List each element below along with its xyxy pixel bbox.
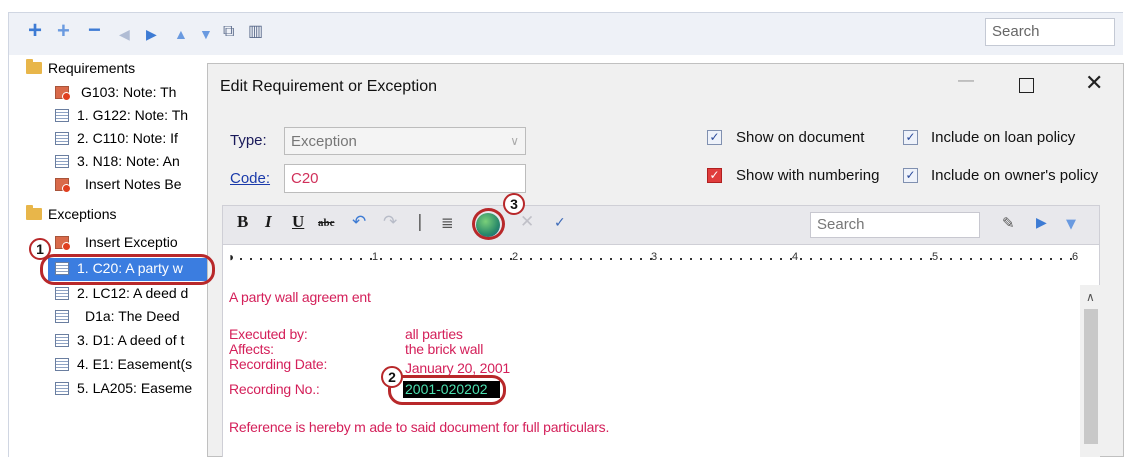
add-child-icon[interactable]: + xyxy=(57,20,70,42)
editor-line: A party wall agreem ent xyxy=(229,289,371,305)
code-field[interactable]: C20 xyxy=(284,164,526,193)
ruler-ticks xyxy=(240,258,1080,260)
ruler-number: 3 xyxy=(651,251,658,263)
tree-folder-label: Requirements xyxy=(48,60,136,76)
folder-icon xyxy=(26,205,42,220)
document-icon xyxy=(55,382,69,395)
editor-search-input[interactable]: Search xyxy=(810,212,980,238)
redo-icon[interactable]: ↷ xyxy=(383,212,397,232)
tree-folder-exceptions[interactable]: Exceptions xyxy=(26,204,116,225)
document-icon xyxy=(55,132,69,145)
view-icon[interactable]: ▥ xyxy=(248,22,263,42)
insert-note-icon xyxy=(55,178,71,193)
remove-link-icon[interactable]: ✕ xyxy=(520,212,534,232)
include-owner-label: Include on owner's policy xyxy=(931,167,1099,184)
show-with-numbering-checkbox[interactable]: ✓ xyxy=(707,168,722,183)
annotation-badge-2: 2 xyxy=(381,366,403,388)
annotation-ring-3 xyxy=(472,208,505,240)
tree-folder-label: Exceptions xyxy=(48,206,117,222)
affects-label: Affects: xyxy=(229,341,274,357)
maximize-icon[interactable] xyxy=(1019,78,1034,93)
scrollbar-thumb[interactable] xyxy=(1084,309,1098,444)
document-icon xyxy=(55,358,69,371)
ruler-number: 2 xyxy=(512,251,519,263)
separator-icon: | xyxy=(417,212,423,232)
indent-marker-icon[interactable]: ◗ xyxy=(228,250,235,264)
document-icon xyxy=(55,287,69,300)
chevron-down-icon[interactable]: ▼ xyxy=(1066,217,1076,232)
chevron-down-icon: ∨ xyxy=(510,134,519,148)
move-right-icon[interactable]: ▶ xyxy=(146,24,157,44)
include-loan-checkbox[interactable]: ✓ xyxy=(903,130,918,145)
ruler-number: 6 xyxy=(1072,251,1079,263)
annotation-ring-2 xyxy=(388,375,506,405)
show-with-numbering-label: Show with numbering xyxy=(736,167,880,184)
tree-item[interactable]: D1a: The Deed xyxy=(55,306,207,327)
bold-icon[interactable]: B xyxy=(237,212,248,232)
merge-icon[interactable]: ⧉ xyxy=(223,22,234,42)
type-label: Type: xyxy=(230,132,267,149)
add-icon[interactable]: + xyxy=(28,19,42,43)
tree-folder-requirements[interactable]: Requirements xyxy=(26,58,135,79)
executed-value: all parties xyxy=(405,326,463,342)
tree-item[interactable]: Insert Exceptio xyxy=(55,232,207,253)
search-input[interactable]: Search xyxy=(985,18,1115,46)
tree-item[interactable]: 5. LA205: Easeme xyxy=(55,378,207,399)
folder-icon xyxy=(26,59,42,74)
search-next-icon[interactable]: ▶ xyxy=(1036,215,1047,231)
tree-item[interactable]: 2. C110: Note: If xyxy=(55,128,207,149)
spellcheck-icon[interactable]: ✓ xyxy=(554,215,566,231)
show-on-document-checkbox[interactable]: ✓ xyxy=(707,130,722,145)
annotation-ring-1 xyxy=(40,254,215,285)
minimize-icon[interactable]: — xyxy=(958,72,978,102)
include-owner-checkbox[interactable]: ✓ xyxy=(903,168,918,183)
tree-item[interactable]: 4. E1: Easement(s xyxy=(55,354,207,375)
tree-item[interactable]: 2. LC12: A deed d xyxy=(55,283,207,304)
ruler-number: 1 xyxy=(372,251,379,263)
tree-item[interactable]: 3. N18: Note: An xyxy=(55,151,207,172)
include-loan-label: Include on loan policy xyxy=(931,129,1076,146)
dialog-title: Edit Requirement or Exception xyxy=(220,78,437,95)
italic-icon[interactable]: I xyxy=(265,212,272,232)
undo-icon[interactable]: ↶ xyxy=(352,212,366,232)
document-icon xyxy=(55,334,69,347)
ruler xyxy=(222,245,1100,285)
insert-note-icon xyxy=(55,86,71,101)
code-label[interactable]: Code: xyxy=(230,170,270,187)
affects-value: the brick wall xyxy=(405,341,484,357)
ruler-number: 5 xyxy=(932,251,939,263)
executed-label: Executed by: xyxy=(229,326,308,342)
annotation-badge-1: 1 xyxy=(29,238,51,260)
remove-icon[interactable]: − xyxy=(88,19,101,41)
scroll-up-icon[interactable]: ∧ xyxy=(1086,290,1095,304)
ruler-number: 4 xyxy=(792,251,799,263)
reference-text: Reference is hereby m ade to said docume… xyxy=(229,419,610,435)
recording-date-label: Recording Date: xyxy=(229,356,328,372)
tree-item[interactable]: Insert Notes Be xyxy=(55,174,207,195)
tree-item[interactable]: 1. G122: Note: Th xyxy=(55,105,207,126)
annotation-badge-3: 3 xyxy=(503,193,525,215)
type-select[interactable]: Exception ∨ xyxy=(284,127,526,155)
move-up-icon[interactable]: ▲ xyxy=(174,24,188,44)
strikethrough-icon[interactable]: abc xyxy=(318,217,335,229)
document-icon xyxy=(55,109,69,122)
search-clear-icon[interactable]: ✎ xyxy=(1002,214,1015,232)
show-on-document-label: Show on document xyxy=(736,129,865,146)
tree-item[interactable]: G103: Note: Th xyxy=(55,82,207,103)
tree-item[interactable]: 3. D1: A deed of t xyxy=(55,330,207,351)
underline-icon[interactable]: U xyxy=(292,212,304,232)
recording-date-value: January 20, 2001 xyxy=(405,360,510,376)
document-icon xyxy=(55,155,69,168)
recording-no-label: Recording No.: xyxy=(229,381,320,397)
list-icon[interactable]: ≣ xyxy=(441,214,454,232)
move-left-icon[interactable]: ◀ xyxy=(119,24,130,44)
insert-exception-icon xyxy=(55,236,71,251)
document-icon xyxy=(55,310,69,323)
close-icon[interactable]: ✕ xyxy=(1085,70,1103,96)
move-down-icon[interactable]: ▼ xyxy=(199,24,213,44)
